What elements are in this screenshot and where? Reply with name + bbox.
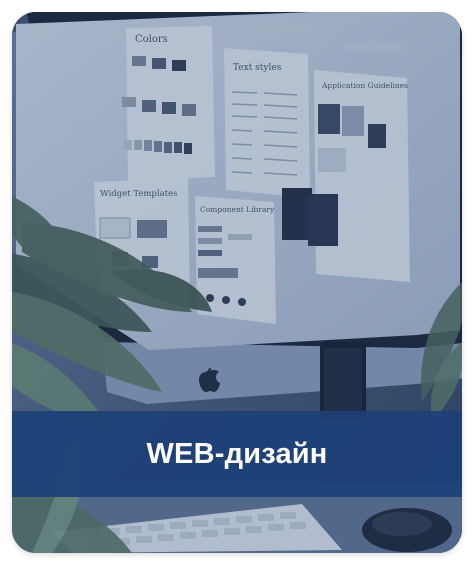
svg-text:Application Guidelines: Application Guidelines (321, 81, 408, 90)
svg-text:Widget Templates: Widget Templates (100, 189, 177, 199)
svg-text:Component Library: Component Library (200, 205, 275, 214)
card-title: WEB-дизайн (146, 437, 328, 470)
web-design-card[interactable]: Colors Text styles Application Guideline… (12, 12, 462, 553)
screen-panel-colors: Colors (122, 26, 215, 181)
svg-text:Text styles: Text styles (233, 63, 282, 73)
screen-panel-text-styles: Text styles (224, 48, 310, 198)
svg-text:Colors: Colors (135, 34, 168, 45)
title-banner: WEB-дизайн (12, 411, 462, 497)
